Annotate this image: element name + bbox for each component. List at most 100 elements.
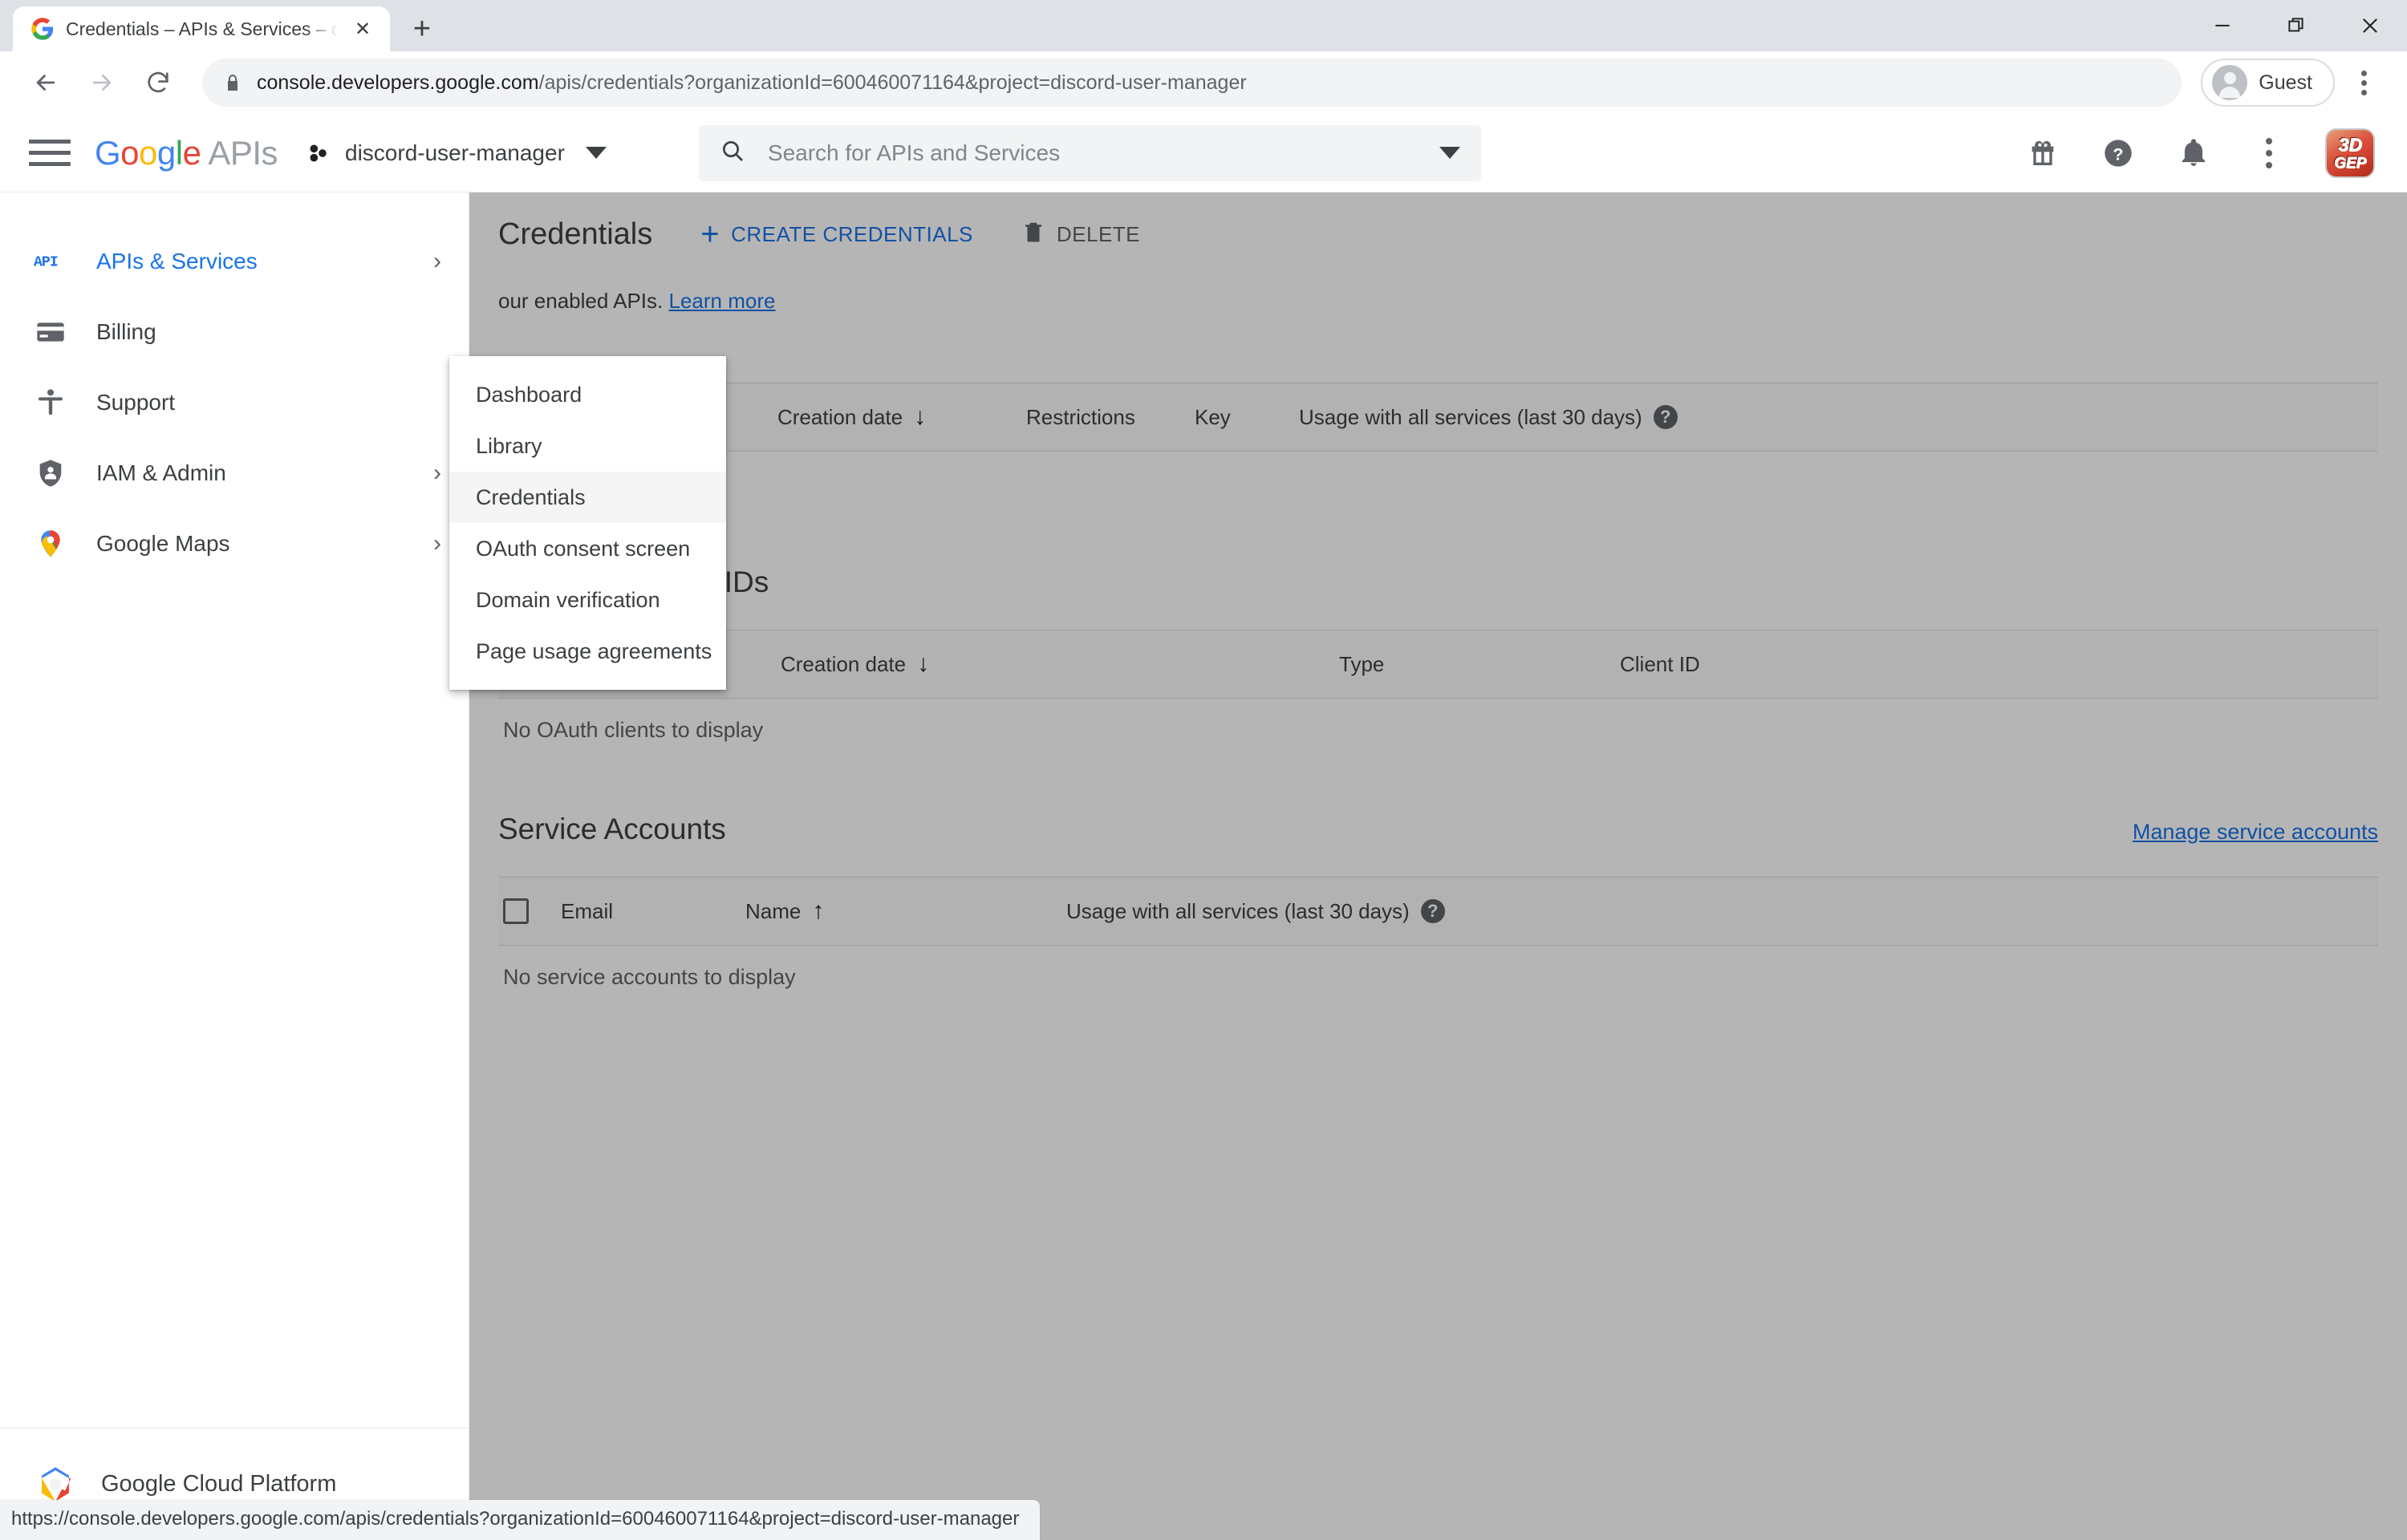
browser-toolbar: console.developers.google.com/apis/crede… bbox=[0, 51, 2407, 114]
sidebar-item-label: Google Maps bbox=[96, 531, 406, 557]
google-apis-logo[interactable]: Google APIs bbox=[95, 134, 278, 172]
submenu-item-oauth-consent-screen[interactable]: OAuth consent screen bbox=[449, 523, 726, 574]
submenu-item-credentials[interactable]: Credentials bbox=[449, 472, 726, 523]
manage-service-accounts-link[interactable]: Manage service accounts bbox=[2133, 820, 2378, 845]
submenu-item-dashboard[interactable]: Dashboard bbox=[449, 369, 726, 420]
profile-chip[interactable]: Guest bbox=[2201, 59, 2335, 107]
tab-strip: Credentials – APIs & Services – di ✕ + bbox=[0, 0, 2407, 51]
column-header-creation-date[interactable]: Creation date ↓ bbox=[777, 405, 950, 430]
url-host: console.developers.google.com bbox=[257, 71, 539, 94]
column-header-usage[interactable]: Usage with all services (last 30 days) ? bbox=[1299, 405, 1678, 430]
address-bar[interactable]: console.developers.google.com/apis/crede… bbox=[202, 59, 2182, 107]
submenu-item-domain-verification[interactable]: Domain verification bbox=[449, 574, 726, 626]
oauth-clients-empty-row: No OAuth clients to display bbox=[498, 699, 2378, 761]
chevron-down-icon bbox=[586, 147, 607, 159]
logo-letter: o bbox=[120, 134, 139, 172]
gcp-top-header: Google APIs discord-user-manager Search … bbox=[0, 114, 2407, 192]
logo-letter: l bbox=[176, 134, 183, 172]
column-header-creation-date[interactable]: Creation date ↓ bbox=[781, 652, 1070, 677]
logo-letter: g bbox=[157, 134, 176, 172]
column-header-key[interactable]: Key bbox=[1195, 405, 1299, 430]
url-path: /apis/credentials?organizationId=6004600… bbox=[539, 71, 1247, 94]
google-g-icon bbox=[30, 17, 55, 41]
sort-asc-icon: ↑ bbox=[812, 899, 824, 923]
project-selector[interactable]: discord-user-manager bbox=[305, 140, 607, 167]
oauth-clients-table-header: Name Creation date ↓ Type Client ID bbox=[498, 630, 2378, 699]
sidebar-footer-label: Google Cloud Platform bbox=[101, 1471, 336, 1497]
url-text: console.developers.google.com/apis/crede… bbox=[257, 71, 1247, 95]
svg-text:?: ? bbox=[2113, 144, 2123, 164]
reload-icon[interactable] bbox=[133, 58, 183, 107]
content-inner: Credentials + CREATE CREDENTIALS DELETE … bbox=[469, 192, 2407, 1008]
help-circle-icon[interactable]: ? bbox=[1654, 405, 1678, 429]
service-accounts-table-header: Email Name ↑ Usage with all services (la… bbox=[498, 877, 2378, 946]
search-placeholder: Search for APIs and Services bbox=[768, 140, 1417, 166]
oauth-clients-table: Name Creation date ↓ Type Client ID No O… bbox=[498, 630, 2378, 761]
avatar[interactable]: 3D GEP bbox=[2325, 128, 2375, 178]
column-header-email[interactable]: Email bbox=[561, 899, 745, 924]
link-preview-status-bar: https://console.developers.google.com/ap… bbox=[0, 1500, 1040, 1540]
hamburger-menu-icon[interactable] bbox=[29, 132, 71, 174]
sidebar-item-iam-admin[interactable]: IAM & Admin › bbox=[0, 438, 469, 509]
person-avatar-icon bbox=[2212, 65, 2247, 100]
header-actions: ? 3D GEP bbox=[2023, 128, 2375, 178]
column-header-usage[interactable]: Usage with all services (last 30 days) ? bbox=[1066, 899, 1445, 924]
delete-label: DELETE bbox=[1057, 222, 1140, 247]
sidebar-item-label: Billing bbox=[96, 319, 441, 345]
column-header-type[interactable]: Type bbox=[1339, 652, 1620, 677]
logo-letter: G bbox=[95, 134, 120, 172]
sidebar: API APIs & Services › Billing Support bbox=[0, 192, 469, 1540]
delete-button[interactable]: DELETE bbox=[1021, 220, 1140, 249]
oauth-clients-header-row: OAuth 2.0 Client IDs bbox=[498, 565, 2378, 599]
credit-card-icon bbox=[32, 314, 69, 351]
column-label: Creation date bbox=[781, 652, 906, 677]
learn-more-link[interactable]: Learn more bbox=[669, 289, 776, 313]
arrow-forward-icon bbox=[77, 58, 127, 107]
restore-icon[interactable] bbox=[2259, 0, 2333, 51]
tab-close-icon[interactable]: ✕ bbox=[350, 16, 375, 42]
arrow-back-icon[interactable] bbox=[21, 58, 71, 107]
avatar-line2: GEP bbox=[2334, 156, 2366, 171]
sidebar-item-support[interactable]: Support bbox=[0, 367, 469, 438]
lock-icon bbox=[223, 73, 242, 92]
avatar-line1: 3D bbox=[2338, 136, 2361, 154]
sidebar-item-label: APIs & Services bbox=[96, 249, 406, 274]
tab-title: Credentials – APIs & Services – di bbox=[66, 18, 339, 40]
kebab-menu-icon[interactable] bbox=[2341, 58, 2386, 107]
sidebar-item-billing[interactable]: Billing bbox=[0, 297, 469, 367]
column-header-name[interactable]: Name ↑ bbox=[745, 899, 1010, 924]
column-header-restrictions[interactable]: Restrictions bbox=[1026, 405, 1195, 430]
chevron-right-icon: › bbox=[433, 461, 441, 485]
gift-icon[interactable] bbox=[2023, 134, 2062, 172]
new-tab-button[interactable]: + bbox=[400, 6, 444, 51]
submenu-item-library[interactable]: Library bbox=[449, 420, 726, 472]
support-person-icon bbox=[32, 384, 69, 421]
help-icon[interactable]: ? bbox=[2099, 134, 2137, 172]
page-toolbar: Credentials + CREATE CREDENTIALS DELETE bbox=[469, 192, 2407, 276]
browser-tab[interactable]: Credentials – APIs & Services – di ✕ bbox=[13, 6, 390, 51]
search-input[interactable]: Search for APIs and Services bbox=[699, 125, 1481, 181]
select-all-checkbox[interactable] bbox=[503, 898, 529, 924]
notifications-bell-icon[interactable] bbox=[2174, 134, 2213, 172]
chevron-right-icon: › bbox=[433, 532, 441, 556]
submenu-item-page-usage-agreements[interactable]: Page usage agreements bbox=[449, 626, 726, 677]
help-circle-icon[interactable]: ? bbox=[1421, 899, 1445, 923]
create-credentials-label: CREATE CREDENTIALS bbox=[731, 222, 973, 247]
main-content: Credentials + CREATE CREDENTIALS DELETE … bbox=[469, 192, 2407, 1540]
service-accounts-header-row: Service Accounts Manage service accounts bbox=[498, 813, 2378, 846]
kebab-menu-icon[interactable] bbox=[2250, 134, 2288, 172]
sidebar-item-google-maps[interactable]: Google Maps › bbox=[0, 509, 469, 579]
sidebar-item-label: IAM & Admin bbox=[96, 460, 406, 486]
browser-chrome: Credentials – APIs & Services – di ✕ + bbox=[0, 0, 2407, 114]
create-credentials-button[interactable]: + CREATE CREDENTIALS bbox=[700, 222, 973, 247]
section-oauth-clients: OAuth 2.0 Client IDs Name Creation date … bbox=[469, 565, 2407, 761]
page-body: API APIs & Services › Billing Support bbox=[0, 192, 2407, 1540]
minimize-icon[interactable] bbox=[2186, 0, 2259, 51]
api-keys-table: Name Creation date ↓ Restrictions Key Us… bbox=[498, 383, 2378, 514]
search-icon bbox=[720, 138, 745, 168]
close-icon[interactable] bbox=[2333, 0, 2407, 51]
column-header-client-id[interactable]: Client ID bbox=[1620, 652, 1700, 677]
sidebar-item-apis-services[interactable]: API APIs & Services › bbox=[0, 226, 469, 297]
service-accounts-table: Email Name ↑ Usage with all services (la… bbox=[498, 877, 2378, 1008]
chevron-down-icon[interactable] bbox=[1439, 147, 1460, 159]
